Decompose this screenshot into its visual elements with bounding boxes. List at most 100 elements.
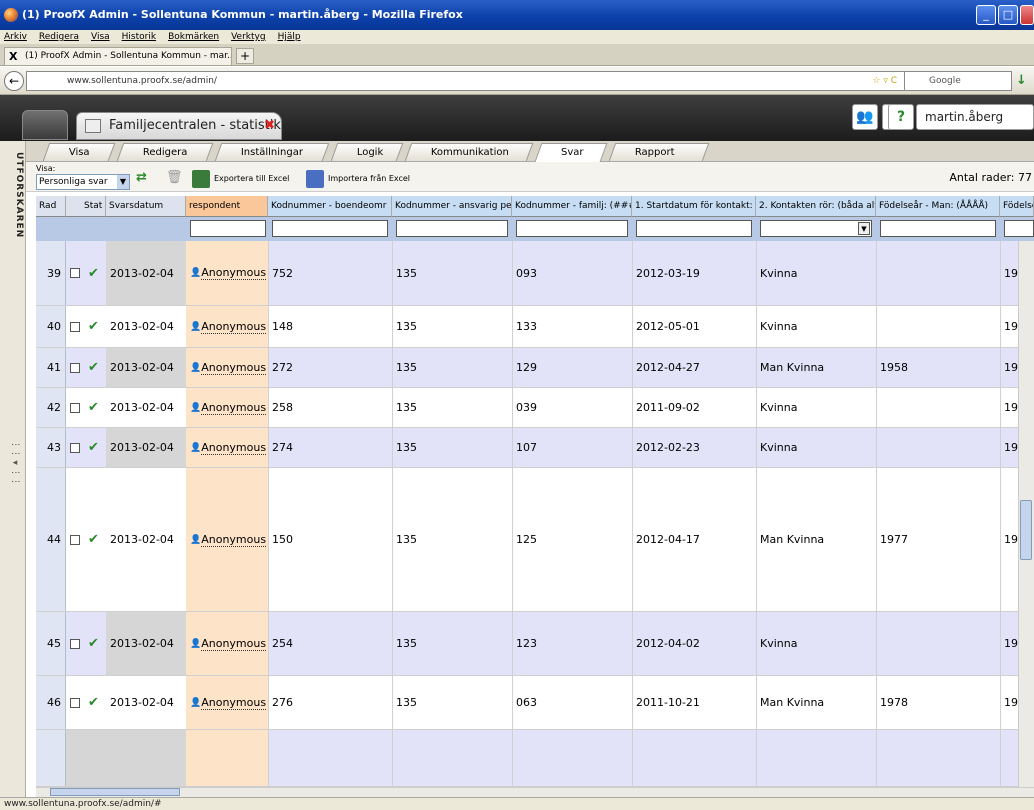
col-stat[interactable]: Stat (66, 196, 106, 217)
col-kod-boende[interactable]: Kodnummer - boendeomr (268, 196, 392, 217)
col-kod-ansvarig[interactable]: Kodnummer - ansvarig per (392, 196, 512, 217)
row-respondent[interactable]: 👤 Anonymous (186, 676, 268, 729)
col-fodelsear-man[interactable]: Födelseår - Man: (ÅÅÅÅ) (876, 196, 1000, 217)
respondent-link[interactable]: Anonymous (201, 533, 267, 547)
row-checkbox[interactable] (66, 388, 80, 427)
book-icon[interactable] (22, 110, 68, 140)
filter-fodelsear[interactable] (880, 220, 996, 237)
table-row[interactable]: 45 ✔ 2013-02-04 👤 Anonymous 254 135 123 2012-04-… (36, 612, 1025, 676)
checkbox-icon[interactable] (70, 534, 80, 545)
checkbox-icon[interactable] (70, 402, 80, 413)
row-respondent[interactable]: 👤 Anonymous (186, 428, 268, 467)
row-checkbox[interactable] (66, 428, 80, 467)
table-row[interactable]: 44 ✔ 2013-02-04 👤 Anonymous 150 135 125 2012-04-… (36, 468, 1025, 612)
refresh-arrows-icon[interactable]: ⇄ (136, 170, 156, 188)
respondent-link[interactable]: Anonymous (201, 361, 267, 375)
chevron-down-icon[interactable]: ▼ (858, 222, 870, 235)
row-respondent[interactable]: 👤 Anonymous (186, 388, 268, 427)
respondent-link[interactable]: Anonymous (201, 441, 267, 455)
tab-kommunikation[interactable]: Kommunikation (404, 143, 534, 161)
user-menu[interactable]: martin.åberg (916, 104, 1034, 130)
checkbox-icon[interactable] (70, 268, 80, 278)
row-checkbox[interactable] (66, 468, 80, 611)
respondent-link[interactable]: Anonymous (201, 320, 267, 334)
col-svarsdatum[interactable]: Svarsdatum (106, 196, 186, 217)
respondent-link[interactable]: Anonymous (201, 401, 267, 415)
close-survey-icon[interactable]: ✖ (264, 113, 275, 139)
menu-historik[interactable]: Historik (122, 32, 156, 42)
row-respondent[interactable]: 👤 Anonymous (186, 241, 268, 305)
search-box[interactable]: Google (904, 71, 1012, 91)
checkbox-icon[interactable] (70, 321, 80, 332)
row-checkbox[interactable] (66, 241, 80, 305)
col-rad[interactable]: Rad (36, 196, 66, 217)
export-excel-button[interactable]: Exportera till Excel (192, 170, 289, 188)
filter-fodelse[interactable] (1004, 220, 1034, 237)
filter-kontakten[interactable]: ▼ (760, 220, 872, 237)
filter-kod-familj[interactable] (516, 220, 628, 237)
visa-select[interactable]: Personliga svar ▼ (36, 174, 130, 190)
minimize-button[interactable]: _ (976, 5, 996, 25)
table-row[interactable]: 41 ✔ 2013-02-04 👤 Anonymous 272 135 129 2012-04-… (36, 348, 1025, 388)
checkbox-icon[interactable] (70, 638, 80, 649)
back-arrow-icon[interactable]: ← (4, 71, 24, 91)
vertical-scroll-thumb[interactable] (1020, 500, 1032, 560)
row-respondent[interactable]: 👤 Anonymous (186, 348, 268, 387)
tab-redigera[interactable]: Redigera (116, 143, 214, 161)
col-fodelse[interactable]: Födelse (1000, 196, 1034, 217)
sidebar-grip-icon[interactable]: ⋮⋮◂⋮⋮ (6, 440, 20, 500)
checkbox-icon[interactable] (70, 362, 80, 373)
horizontal-scroll-thumb[interactable] (50, 788, 180, 796)
browser-tab[interactable]: X (1) ProofX Admin - Sollentuna Kommun - … (4, 47, 232, 65)
row-checkbox[interactable] (66, 676, 80, 729)
table-row[interactable]: 39 ✔ 2013-02-04 👤 Anonymous 752 135 093 2012-03-… (36, 241, 1025, 306)
respondent-link[interactable]: Anonymous (201, 637, 267, 651)
row-checkbox[interactable] (66, 306, 80, 347)
table-row[interactable]: 43 ✔ 2013-02-04 👤 Anonymous 274 135 107 2012-02-… (36, 428, 1025, 468)
menu-redigera[interactable]: Redigera (39, 32, 79, 42)
tab-installningar[interactable]: Inställningar (214, 143, 330, 161)
close-window-button[interactable] (1020, 5, 1034, 25)
download-arrow-icon[interactable]: ↓ (1016, 73, 1027, 88)
tab-logik[interactable]: Logik (330, 143, 404, 161)
status-bar: www.sollentuna.proofx.se/admin/# (0, 797, 1034, 810)
menu-bokmarken[interactable]: Bokmärken (168, 32, 219, 42)
col-kod-familj[interactable]: Kodnummer - familj: (### (512, 196, 632, 217)
row-checkbox[interactable] (66, 612, 80, 675)
menu-arkiv[interactable]: Arkiv (4, 32, 27, 42)
tab-visa[interactable]: Visa (42, 143, 116, 161)
new-tab-button[interactable]: + (236, 48, 254, 64)
survey-tab[interactable]: Familjecentralen - statistik ✖ (76, 112, 282, 140)
filter-startdatum[interactable] (636, 220, 752, 237)
users-icon[interactable]: 👥 (852, 104, 878, 130)
menu-verktyg[interactable]: Verktyg (231, 32, 265, 42)
table-row[interactable]: 42 ✔ 2013-02-04 👤 Anonymous 258 135 039 2011-09-… (36, 388, 1025, 428)
table-row[interactable]: 46 ✔ 2013-02-04 👤 Anonymous 276 135 063 2011-10-… (36, 676, 1025, 730)
help-button[interactable]: ? (888, 104, 914, 130)
respondent-link[interactable]: Anonymous (201, 696, 267, 710)
bookmark-star-icon[interactable]: ☆ ▿ C (872, 72, 897, 90)
filter-kod-ansvarig[interactable] (396, 220, 508, 237)
checkbox-icon[interactable] (70, 442, 80, 453)
row-respondent[interactable]: 👤 Anonymous (186, 306, 268, 347)
table-row[interactable]: 40 ✔ 2013-02-04 👤 Anonymous 148 135 133 2012-05-… (36, 306, 1025, 348)
menu-hjalp[interactable]: Hjälp (278, 32, 301, 42)
col-startdatum[interactable]: 1. Startdatum för kontakt: (632, 196, 756, 217)
url-bar[interactable]: www.sollentuna.proofx.se/admin/ ☆ ▿ C (26, 71, 906, 91)
horizontal-scrollbar[interactable] (36, 787, 1034, 797)
row-respondent[interactable]: 👤 Anonymous (186, 612, 268, 675)
col-kontakten[interactable]: 2. Kontakten rör: (båda alte (756, 196, 876, 217)
filter-kod-boende[interactable] (272, 220, 388, 237)
tab-svar[interactable]: Svar (534, 143, 608, 162)
filter-respondent[interactable] (190, 220, 266, 237)
checkbox-icon[interactable] (70, 697, 80, 708)
tab-rapport[interactable]: Rapport (608, 143, 710, 161)
import-excel-button[interactable]: Importera från Excel (306, 170, 410, 188)
col-respondent[interactable]: respondent (186, 196, 268, 217)
row-respondent[interactable]: 👤 Anonymous (186, 468, 268, 611)
maximize-button[interactable]: □ (998, 5, 1018, 25)
respondent-link[interactable]: Anonymous (201, 266, 267, 280)
row-checkbox[interactable] (66, 348, 80, 387)
menu-visa[interactable]: Visa (91, 32, 110, 42)
trash-icon[interactable]: 🗑 (166, 170, 183, 188)
